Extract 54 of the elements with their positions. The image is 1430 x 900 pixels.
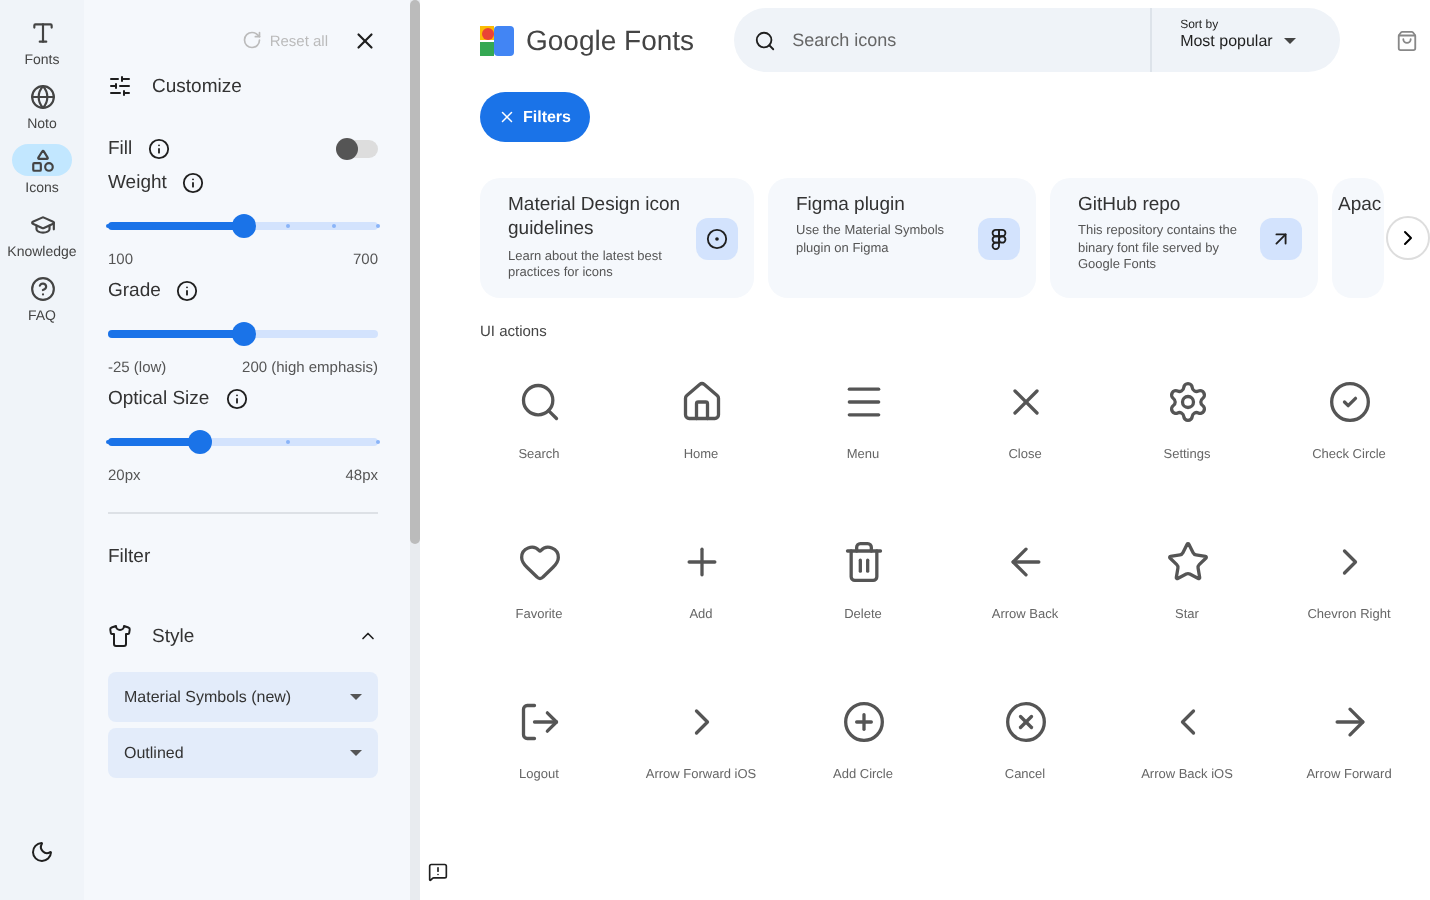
card-title: Apac [1338, 194, 1382, 219]
info-icon [182, 172, 205, 194]
settings-icon [1165, 380, 1209, 424]
plus-circle-icon [841, 700, 885, 744]
check-circle-icon [1327, 380, 1371, 424]
filters-button[interactable]: Filters [480, 92, 590, 142]
nav-icon [29, 211, 55, 237]
style-header[interactable]: Style [108, 624, 378, 648]
panel-title: Customize [152, 75, 242, 97]
style-dropdown[interactable]: Outlined [108, 728, 378, 778]
slider-label: Weight [108, 172, 167, 194]
refresh-icon [241, 30, 262, 50]
info-icon [176, 280, 199, 302]
arrow-up-right-icon [1260, 217, 1302, 259]
close-icon [498, 108, 517, 126]
card-title: Figma plugin [796, 194, 907, 219]
next-button[interactable] [1386, 216, 1430, 260]
fill-toggle[interactable] [338, 140, 378, 158]
nav-icon [29, 275, 55, 301]
search-icon [517, 380, 561, 424]
card-title: Material Design icon guidelines [508, 194, 683, 244]
search-icon [754, 29, 777, 51]
heart-icon [517, 540, 561, 584]
slider-thumb[interactable] [231, 214, 255, 238]
info-icon [148, 138, 171, 160]
sliders-icon [108, 74, 132, 98]
home-icon [679, 380, 723, 424]
resource-card[interactable]: Apac [1332, 178, 1384, 298]
slider-label: Grade [108, 280, 161, 302]
bag-icon[interactable] [1396, 29, 1419, 51]
close-icon[interactable] [352, 27, 378, 53]
slider-thumb[interactable] [231, 322, 255, 346]
info-icon [225, 388, 248, 410]
nav-icon [29, 83, 55, 109]
fill-label: Fill [108, 138, 133, 160]
style-label: Style [152, 625, 195, 647]
slider-thumb[interactable] [187, 430, 212, 454]
figma-logo-icon [978, 217, 1020, 259]
trash-icon [841, 540, 885, 584]
circle-logo-icon [696, 217, 738, 259]
nav-icon [29, 19, 55, 45]
logo-icon [480, 25, 514, 55]
logout-icon [517, 700, 561, 744]
card-title: GitHub repo [1078, 194, 1183, 219]
style-dropdown[interactable]: Material Symbols (new) [108, 672, 378, 722]
nav-icon [29, 147, 55, 173]
filter-heading: Filter [108, 546, 153, 568]
star-icon [1165, 540, 1209, 584]
dark-mode-icon[interactable] [30, 840, 54, 864]
brand-name: Google Fonts [526, 24, 695, 56]
shirt-icon [108, 624, 132, 648]
feedback-icon[interactable] [428, 862, 448, 882]
slider-label: Optical Size [108, 388, 210, 410]
x-circle-icon [1003, 700, 1047, 744]
